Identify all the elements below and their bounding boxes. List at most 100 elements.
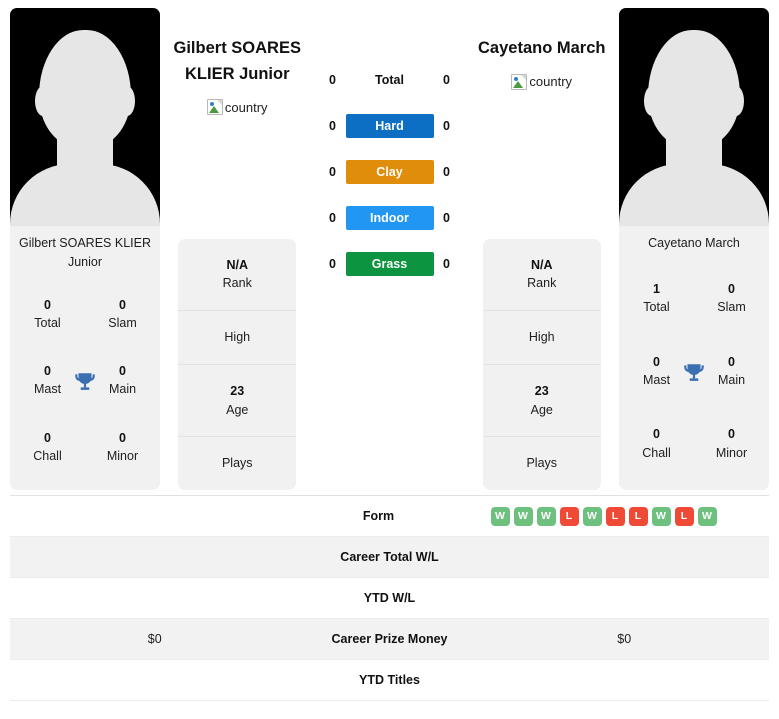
stat-value: 0 <box>44 430 51 445</box>
rank-value: N/A <box>530 257 553 272</box>
surface-left-value: 0 <box>329 119 336 133</box>
row-label: Career Total W/L <box>340 550 439 564</box>
stat-value: 0 <box>728 354 735 369</box>
stat-label: Slam <box>108 315 137 330</box>
stat-label: Total <box>34 315 61 330</box>
surface-right-value: 0 <box>443 165 450 179</box>
info-high-left: High <box>178 311 297 365</box>
surface-label-clay: Clay <box>345 160 434 184</box>
stat-value: 0 <box>44 364 51 379</box>
stat-label: Chall <box>642 445 671 460</box>
avatar-ear-left <box>35 86 51 116</box>
stat-value: 0 <box>728 281 735 296</box>
form-badge-loss: L <box>559 506 579 526</box>
row-label: YTD W/L <box>363 591 416 605</box>
surface-label-hard: Hard <box>345 114 434 138</box>
info-high-right: High <box>482 311 601 365</box>
stat-value: 0 <box>44 297 51 312</box>
player-title-right: Cayetano March <box>478 39 606 57</box>
form-badge-win: W <box>490 506 510 526</box>
player-info-card-right: N/A Rank High 23 Age Plays <box>482 238 601 490</box>
info-plays-left: Plays <box>178 437 296 490</box>
surface-right-value: 0 <box>443 211 450 225</box>
info-rank-right: N/A Rank <box>482 239 601 311</box>
rank-value: N/A <box>226 257 249 272</box>
surface-left-value: 0 <box>329 73 336 87</box>
country-flag-left: country <box>206 99 268 116</box>
row-right-value: $0 <box>617 632 632 646</box>
player-photo-left <box>10 8 160 226</box>
form-badge-loss: L <box>628 506 648 526</box>
stat-main-right: 0 Main <box>694 349 769 393</box>
row-label: Career Prize Money <box>331 632 448 646</box>
avatar-body <box>619 164 769 226</box>
stat-label: Main <box>717 372 746 387</box>
form-badge-win: W <box>536 506 556 526</box>
info-column-right: Cayetano March country N/A Rank High 23 <box>465 8 620 490</box>
stat-value: 0 <box>119 364 126 379</box>
row-label: Form <box>362 509 395 523</box>
stat-mast-right: 0 Mast <box>619 349 694 393</box>
stat-total-left: 0 Total <box>10 292 85 336</box>
stat-mast-left: 0 Mast <box>10 358 85 402</box>
stat-value: 1 <box>653 281 660 296</box>
info-rank-left: N/A Rank <box>178 239 297 311</box>
stat-chall-right: 0 Chall <box>619 421 694 465</box>
stat-value: 0 <box>653 427 660 442</box>
surface-right-value: 0 <box>443 73 450 87</box>
surface-row-total: 0 Total 0 <box>315 68 465 92</box>
country-alt-text: country <box>224 99 268 115</box>
stat-label: Main <box>108 382 137 397</box>
table-row-ytd-wl: YTD W/L <box>10 578 769 619</box>
row-left-value: $0 <box>147 632 162 646</box>
rank-label: Rank <box>527 276 557 291</box>
stat-label: Minor <box>715 445 748 460</box>
age-value: 23 <box>534 383 549 398</box>
form-badge-loss: L <box>674 506 694 526</box>
plays-label: Plays <box>526 456 558 471</box>
broken-image-icon <box>511 73 528 90</box>
player-card-right[interactable]: Cayetano March 1 Total 0 Slam 0 Mast 0 M… <box>619 8 769 490</box>
player-photo-right <box>619 8 769 226</box>
stat-value: 0 <box>119 430 126 445</box>
stat-slam-right: 0 Slam <box>694 276 769 320</box>
stat-minor-right: 0 Minor <box>694 421 769 465</box>
player-card-left[interactable]: Gilbert SOARES KLIER Junior 0 Total 0 Sl… <box>10 8 160 490</box>
stat-label: Slam <box>717 299 746 314</box>
surface-row-grass: 0 Grass 0 <box>315 252 465 276</box>
avatar-ear-right <box>728 86 744 116</box>
stat-value: 0 <box>653 354 660 369</box>
age-label: Age <box>530 402 553 417</box>
table-row-form: Form WWWLWLLWLW <box>10 496 769 537</box>
surface-left-value: 0 <box>329 211 336 225</box>
form-badge-list: WWWLWLLWLW <box>469 506 770 526</box>
player-card-name-left: Gilbert SOARES KLIER Junior <box>19 236 151 270</box>
form-badge-loss: L <box>605 506 625 526</box>
stat-minor-left: 0 Minor <box>85 425 160 469</box>
row-label: YTD Titles <box>359 673 420 687</box>
player-comparison-page: Gilbert SOARES KLIER Junior 0 Total 0 Sl… <box>0 0 779 719</box>
form-badge-win: W <box>513 506 533 526</box>
info-age-left: 23 Age <box>178 365 297 438</box>
stat-label: Total <box>643 299 670 314</box>
stat-main-left: 0 Main <box>85 358 160 402</box>
age-label: Age <box>226 402 249 417</box>
surface-label-total: Total <box>375 73 404 87</box>
stat-label: Minor <box>106 448 139 463</box>
stat-label: Mast <box>33 382 62 397</box>
broken-image-icon <box>206 99 223 116</box>
surface-right-value: 0 <box>443 119 450 133</box>
stat-value: 0 <box>119 297 126 312</box>
surface-row-clay: 0 Clay 0 <box>315 160 465 184</box>
plays-label: Plays <box>221 456 253 471</box>
surface-left-value: 0 <box>329 165 336 179</box>
info-column-left: Gilbert SOARES KLIER Junior country N/A … <box>160 8 315 490</box>
high-label: High <box>224 330 251 344</box>
form-badge-win: W <box>697 506 717 526</box>
surface-label-indoor: Indoor <box>345 206 434 230</box>
table-row-ytd-titles: YTD Titles <box>10 660 769 701</box>
stat-label: Chall <box>33 448 62 463</box>
surface-label-grass: Grass <box>345 252 434 276</box>
avatar-ear-right <box>119 86 135 116</box>
country-alt-text: country <box>529 74 573 90</box>
